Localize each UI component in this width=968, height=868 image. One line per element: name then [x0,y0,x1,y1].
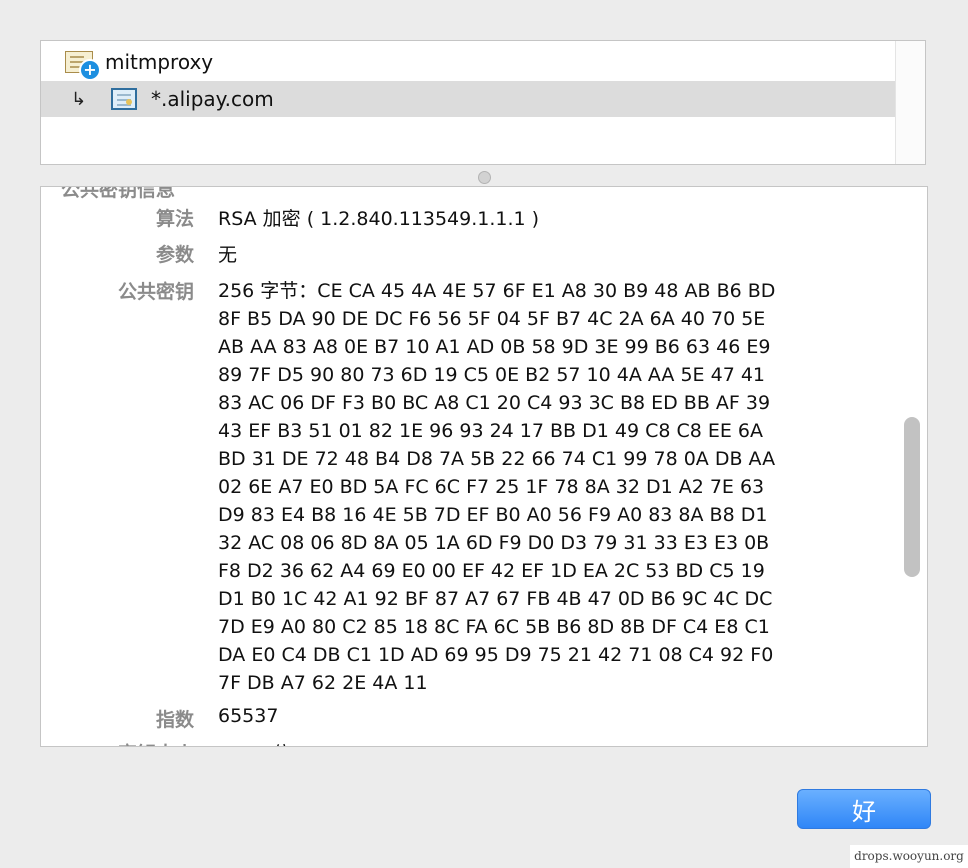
public-key-line: 256 字节：CE CA 45 4A 4E 57 6F E1 A8 30 B9 … [218,280,776,302]
key-size-label: 密钥大小 [41,739,194,746]
public-key-line: BD 31 DE 72 48 B4 D8 7A 5B 22 66 74 C1 9… [218,448,776,470]
certificate-tree[interactable]: + mitmproxy ↳ *.alipay.com [40,40,926,165]
public-key-line: 89 7F D5 90 80 73 6D 19 C5 0E B2 57 10 4… [218,364,765,386]
child-arrow-icon: ↳ [71,88,87,110]
algorithm-value: RSA 加密 ( 1.2.840.113549.1.1.1 ) [218,208,540,230]
section-label: 公共密钥信息 [61,186,176,201]
public-key-label: 公共密钥 [117,281,194,303]
algorithm-label: 算法 [155,208,194,230]
public-key-line: 02 6E A7 E0 BD 5A FC 6C F7 25 1F 78 8A 3… [218,476,765,498]
tree-scrollbar-track[interactable] [895,41,925,164]
seal-icon [126,99,132,105]
certificate-icon [111,88,137,110]
public-key-line: 83 AC 06 DF F3 B0 BC A8 C1 20 C4 93 3C B… [218,392,771,414]
public-key-value: 256 字节：CE CA 45 4A 4E 57 6F E1 A8 30 B9 … [218,277,878,697]
public-key-line: 43 EF B3 51 01 82 1E 96 93 24 17 BB D1 4… [218,420,764,442]
public-key-line: F8 D2 36 62 A4 69 E0 00 EF 42 EF 1D EA 2… [218,560,765,582]
exponent-value: 65537 [218,705,279,727]
tree-item-label: *.alipay.com [151,87,274,111]
certificate-details[interactable]: 公共密钥信息 算法 RSA 加密 ( 1.2.840.113549.1.1.1 … [40,186,928,747]
public-key-line: 8F B5 DA 90 DE DC F6 56 5F 04 5F B7 4C 2… [218,308,766,330]
plus-icon: + [79,59,101,81]
public-key-line: 7D E9 A0 80 C2 85 18 8C FA 6C 5B B6 8D 8… [218,616,770,638]
public-key-line: D1 B0 1C 42 A1 92 BF 87 A7 67 FB 4B 47 0… [218,588,773,610]
parameters-value: 无 [218,244,238,266]
tree-item-mitmproxy[interactable]: + mitmproxy [41,44,897,81]
public-key-line: 32 AC 08 06 8D 8A 05 1A 6D F9 D0 D3 79 3… [218,532,770,554]
tree-item-label: mitmproxy [105,50,214,74]
details-scrollbar-thumb[interactable] [904,417,920,577]
key-size-value: 2048 位 [218,739,291,746]
tree-item-alipay[interactable]: ↳ *.alipay.com [41,81,897,117]
exponent-label: 指数 [155,709,194,731]
parameters-label: 参数 [155,244,194,266]
watermark: drops.wooyun.org [850,845,968,868]
public-key-line: D9 83 E4 B8 16 4E 5B 7D EF B0 A0 56 F9 A… [218,504,768,526]
certificate-add-icon: + [65,51,101,81]
public-key-line: AB AA 83 A8 0E B7 10 A1 AD 0B 58 9D 3E 9… [218,336,771,358]
public-key-line: 7F DB A7 62 2E 4A 11 [218,672,428,694]
split-view-handle[interactable] [478,171,491,184]
section-header-public-key-info: 公共密钥信息 [41,187,901,201]
public-key-line: DA E0 C4 DB C1 1D AD 69 95 D9 75 21 42 7… [218,644,774,666]
ok-button[interactable]: 好 [797,789,931,829]
